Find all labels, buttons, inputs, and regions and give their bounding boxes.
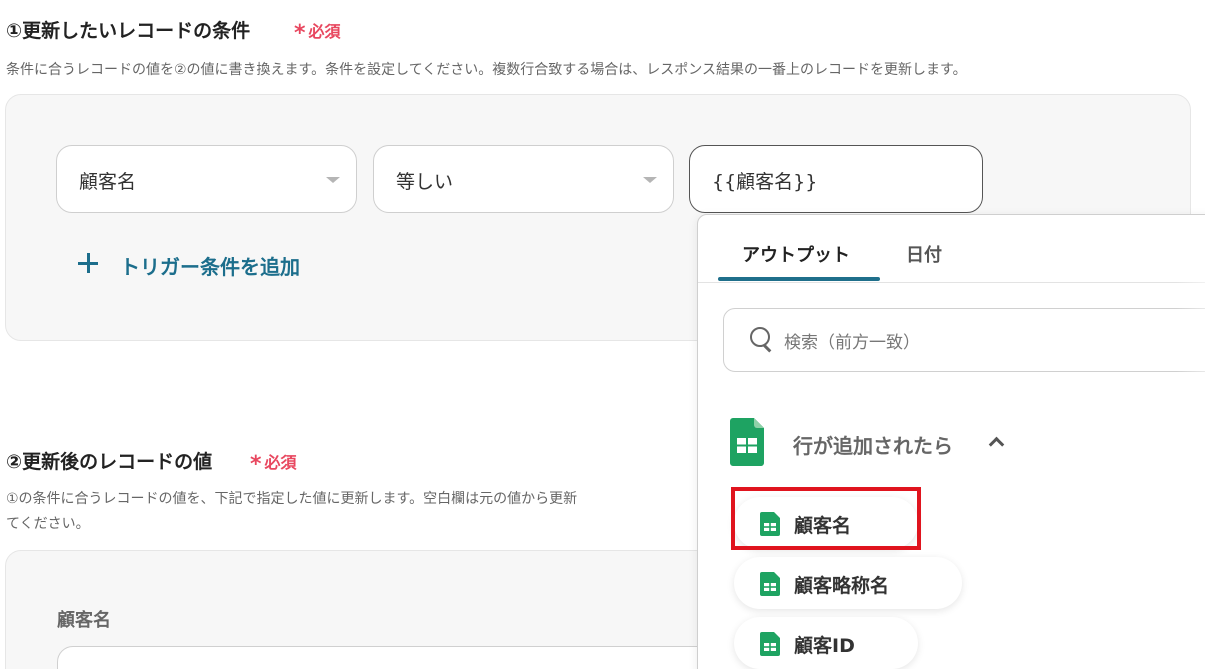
add-trigger-condition-label: トリガー条件を追加 xyxy=(120,255,300,279)
section2-description-line1: ①の条件に合うレコードの値を、下記で指定した値に更新します。空白欄は元の値から更… xyxy=(6,491,578,507)
asterisk-icon: * xyxy=(250,452,262,477)
active-tab-indicator xyxy=(718,277,880,281)
google-sheets-icon xyxy=(730,418,764,466)
section2-title: ②更新後のレコードの値 xyxy=(6,451,213,473)
condition-field-value: 顧客名 xyxy=(79,171,137,193)
condition-field-select[interactable]: 顧客名 xyxy=(56,145,357,213)
required-label: 必須 xyxy=(264,453,297,472)
group-row-added[interactable]: 行が追加されたら xyxy=(730,418,1030,466)
section2-description-line2: てください。 xyxy=(6,516,90,532)
caret-down-icon xyxy=(326,177,340,183)
tab-date[interactable]: 日付 xyxy=(906,241,942,267)
search-icon xyxy=(750,327,772,349)
list-item-label: 顧客ID xyxy=(794,635,855,657)
google-sheets-icon xyxy=(760,572,780,596)
customer-name-field-label: 顧客名 xyxy=(57,610,111,631)
tab-output[interactable]: アウトプット xyxy=(742,241,850,267)
list-item-label: 顧客略称名 xyxy=(794,575,890,597)
caret-down-icon xyxy=(643,177,657,183)
highlight-box xyxy=(731,487,921,550)
condition-operator-value: 等しい xyxy=(396,171,454,193)
required-badge: * 必須 xyxy=(250,449,297,477)
asterisk-icon: * xyxy=(294,21,306,46)
customer-name-field-input[interactable] xyxy=(57,646,757,669)
section1-description: 条件に合うレコードの値を②の値に書き換えます。条件を設定してください。複数行合致… xyxy=(6,62,967,78)
chevron-up-icon xyxy=(988,436,1005,453)
tab-divider xyxy=(698,282,1205,283)
group-label: 行が追加されたら xyxy=(793,434,953,458)
dropdown-edge-fade xyxy=(1176,215,1205,669)
list-item-customer-short-name[interactable]: 顧客略称名 xyxy=(734,557,962,609)
condition-operator-select[interactable]: 等しい xyxy=(373,145,674,213)
required-badge: * 必須 xyxy=(294,18,341,46)
variable-picker-dropdown: アウトプット 日付 検索（前方一致） 行が追加されたら 顧客名 顧客略称名 顧客… xyxy=(697,214,1205,669)
search-placeholder: 検索（前方一致） xyxy=(784,333,920,353)
google-sheets-icon xyxy=(760,632,780,656)
section1-title: ①更新したいレコードの条件 xyxy=(6,20,251,42)
required-label: 必須 xyxy=(308,22,341,41)
search-input[interactable]: 検索（前方一致） xyxy=(723,308,1205,372)
plus-icon xyxy=(76,251,100,275)
condition-value-text: {{顧客名}} xyxy=(712,171,818,193)
list-item-customer-id[interactable]: 顧客ID xyxy=(734,617,918,669)
condition-value-input[interactable]: {{顧客名}} xyxy=(689,145,983,213)
